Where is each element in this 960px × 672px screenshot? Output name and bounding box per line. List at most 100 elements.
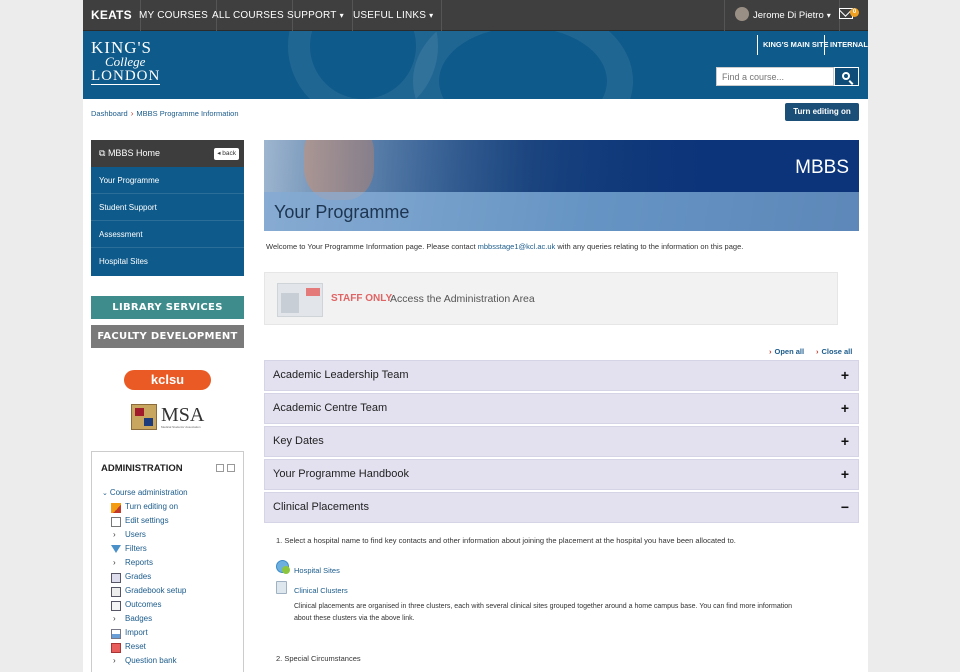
staff-only-banner[interactable]: STAFF ONLY Access the Administration Are… (264, 272, 838, 325)
welcome-after: with any queries relating to the informa… (555, 242, 744, 251)
expand-icon: + (840, 466, 849, 482)
id-card-icon (277, 283, 323, 317)
nav-your-programme[interactable]: Your Programme (91, 167, 244, 194)
turn-editing-on-button[interactable]: Turn editing on (785, 103, 859, 121)
admin-filters[interactable]: Filters (125, 544, 147, 553)
dock-icon[interactable] (216, 464, 224, 472)
id-card-stripe (306, 288, 320, 296)
collapse-icon: − (840, 499, 849, 515)
gradebook-icon (111, 587, 121, 597)
chevron-right-icon: › (113, 558, 116, 567)
chevron-right-icon: › (113, 656, 116, 665)
internal-link[interactable]: INTERNAL (824, 35, 868, 55)
course-search-input[interactable] (716, 67, 834, 86)
accordion-label: Academic Leadership Team (273, 369, 409, 381)
admin-badges[interactable]: Badges (125, 614, 152, 623)
kclsu-logo[interactable]: kclsu (124, 370, 211, 390)
msa-logo-subtitle: Medical Students' Association (161, 425, 201, 429)
accordion-programme-handbook[interactable]: Your Programme Handbook + (264, 459, 859, 490)
placements-step-2: 2. Special Circumstances (276, 654, 361, 663)
clusters-description-line-2: about these clusters via the above link. (294, 615, 415, 622)
user-menu[interactable]: Jerome Di Pietro ▾ (724, 0, 840, 31)
nav-useful-links[interactable]: USEFUL LINKS ▾ (345, 0, 443, 31)
mbbs-home-link[interactable]: ⧉ MBBS Home ◂ back (91, 140, 244, 167)
welcome-before: Welcome to Your Programme Information pa… (266, 242, 478, 251)
course-admin-label: Course administration (109, 488, 188, 497)
contact-email-link[interactable]: mbbsstage1@kcl.ac.uk (478, 242, 556, 251)
library-services-button[interactable]: LIBRARY SERVICES (91, 296, 244, 319)
staff-only-text: Access the Administration Area (390, 293, 535, 305)
welcome-text: Welcome to Your Programme Information pa… (266, 242, 743, 251)
back-button[interactable]: ◂ back (214, 148, 239, 160)
pencil-icon (111, 503, 121, 513)
chevron-right-icon: › (769, 347, 772, 356)
admin-gradebook-setup[interactable]: Gradebook setup (125, 586, 186, 595)
page-icon (276, 581, 287, 594)
administration-title: ADMINISTRATION (101, 463, 183, 474)
msa-logo-text: MSA (161, 404, 205, 426)
page: KEATS MY COURSES ALL COURSES SUPPORT ▾ US… (83, 0, 868, 672)
chevron-right-icon: › (113, 530, 116, 539)
mbbs-home-label: MBBS Home (107, 148, 160, 158)
import-icon (111, 629, 121, 639)
breadcrumb-separator: › (130, 109, 134, 118)
admin-edit-settings[interactable]: Edit settings (125, 516, 169, 525)
accordion-label: Academic Centre Team (273, 402, 388, 414)
nav-assessment[interactable]: Assessment (91, 221, 244, 248)
nav-support-label: SUPPORT (287, 10, 337, 21)
accordion-key-dates[interactable]: Key Dates + (264, 426, 859, 457)
filter-icon (111, 545, 121, 553)
site-header: KING'S College LONDON KING'S MAIN SITE I… (83, 31, 868, 99)
close-all-link[interactable]: › Close all (816, 347, 852, 356)
page-title: Your Programme (274, 202, 410, 222)
administration-block: ADMINISTRATION ⌄ Course administration T… (91, 451, 244, 672)
breadcrumb-mbbs-info[interactable]: MBBS Programme Information (136, 109, 238, 118)
placements-step-1: 1. Select a hospital name to find key co… (276, 536, 736, 545)
search-icon (842, 72, 850, 80)
chevron-down-icon: ⌄ (102, 490, 110, 497)
id-card-photo (281, 293, 299, 313)
nav-my-courses-label: MY COURSES (139, 10, 209, 21)
nav-support[interactable]: SUPPORT ▾ (279, 0, 353, 31)
close-all-label: Close all (821, 347, 853, 356)
expand-icon: + (840, 400, 849, 416)
accordion-academic-leadership[interactable]: Academic Leadership Team + (264, 360, 859, 391)
admin-question-bank[interactable]: Question bank (125, 656, 177, 665)
faculty-development-button[interactable]: FACULTY DEVELOPMENT (91, 325, 244, 348)
admin-outcomes[interactable]: Outcomes (125, 600, 161, 609)
nav-hospital-sites[interactable]: Hospital Sites (91, 248, 244, 275)
accordion-academic-centre[interactable]: Academic Centre Team + (264, 393, 859, 424)
clinical-clusters-link[interactable]: Clinical Clusters (294, 586, 348, 595)
chevron-right-icon: › (816, 347, 819, 356)
admin-reset[interactable]: Reset (125, 642, 146, 651)
expand-icon: + (840, 433, 849, 449)
reset-icon (111, 643, 121, 653)
open-all-link[interactable]: › Open all (769, 347, 804, 356)
admin-turn-editing-on[interactable]: Turn editing on (125, 502, 178, 511)
search-button[interactable] (834, 67, 859, 86)
admin-grades[interactable]: Grades (125, 572, 151, 581)
chevron-down-icon: ▾ (826, 11, 831, 20)
breadcrumb-dashboard[interactable]: Dashboard (91, 109, 128, 118)
mbbs-nav-block: ⧉ MBBS Home ◂ back Your Programme Studen… (91, 140, 244, 276)
expand-icon: + (840, 367, 849, 383)
banner-tag: MBBS (795, 157, 849, 178)
chevron-down-icon: ▾ (339, 11, 344, 20)
banner-top-band (264, 140, 859, 192)
collapse-icon[interactable] (227, 464, 235, 472)
chevron-down-icon: ▾ (429, 11, 434, 20)
kcl-logo[interactable]: KING'S College LONDON (91, 39, 161, 85)
avatar (735, 7, 749, 22)
accordion-label: Key Dates (273, 435, 324, 447)
user-name: Jerome Di Pietro (753, 10, 824, 21)
admin-import[interactable]: Import (125, 628, 148, 637)
accordion-clinical-placements[interactable]: Clinical Placements − (264, 492, 859, 523)
admin-reports[interactable]: Reports (125, 558, 153, 567)
hospital-sites-link[interactable]: Hospital Sites (294, 566, 340, 575)
admin-users[interactable]: Users (125, 530, 146, 539)
header-decoration (413, 31, 633, 99)
course-administration-node[interactable]: ⌄ Course administration (102, 488, 188, 497)
nav-student-support[interactable]: Student Support (91, 194, 244, 221)
breadcrumb: Dashboard › MBBS Programme Information (91, 109, 239, 118)
kings-main-site-link[interactable]: KING'S MAIN SITE (757, 35, 834, 55)
